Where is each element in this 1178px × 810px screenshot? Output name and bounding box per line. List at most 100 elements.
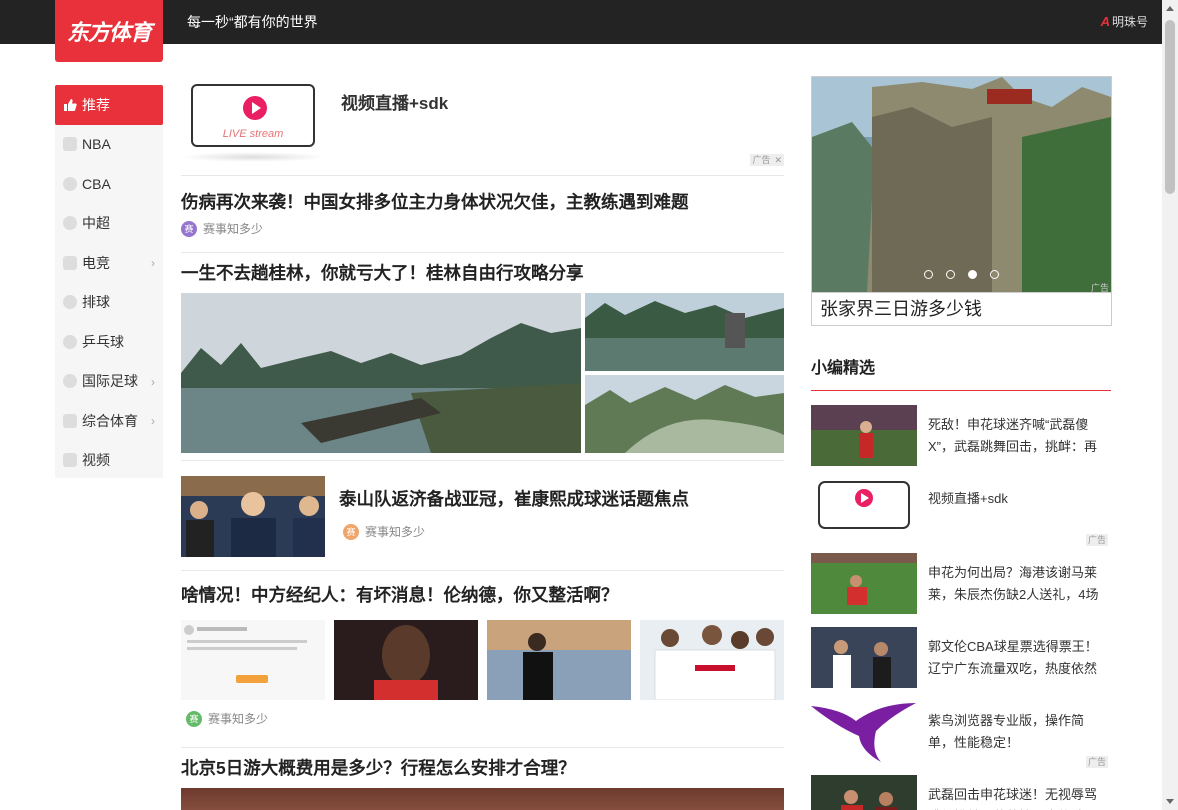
sidebar-item-general-sports[interactable]: 综合体育 › [55, 401, 163, 441]
sidebar-item-label: NBA [82, 136, 111, 153]
list-item-title[interactable]: 武磊回击申花球迷！无视辱骂跳舞挑衅，若若情理中的结 [928, 784, 1108, 810]
weibo-screenshot-image[interactable] [181, 620, 325, 700]
ad-badge-label: 广告 [752, 155, 771, 165]
right-column: 广告 张家界三日游多少钱 小编精选 死敌！申花球迷齐喊“武磊傻X”，武磊跳舞回击… [811, 76, 1112, 810]
sidebar-item-recommend[interactable]: 推荐 [55, 85, 163, 125]
list-item-title[interactable]: 郭文伦CBA球星票选得票王！辽宁广东流量双吃，热度依然恐 [928, 636, 1108, 680]
chevron-right-icon: › [151, 414, 155, 428]
list-item-ad[interactable]: 紫鸟浏览器专业版，操作简单，性能稳定！ 广告 [811, 701, 1111, 775]
sidebar-item-nba[interactable]: NBA [55, 125, 163, 165]
source-avatar-icon: 赛 [343, 523, 359, 540]
close-icon[interactable]: ✕ [774, 154, 782, 166]
article-source: 赛 赛事知多少 [343, 523, 425, 540]
ping-pong-icon [63, 334, 77, 349]
sidebar-item-label: 电竞 [82, 254, 110, 271]
chevron-right-icon: › [151, 374, 155, 389]
wulei-players-image[interactable] [811, 775, 917, 810]
live-stream-label: LIVE stream [222, 128, 284, 140]
carousel-dot[interactable] [946, 270, 955, 279]
beijing-image[interactable] [181, 788, 784, 810]
soccer-ball-icon [63, 374, 77, 389]
editors-picks-list: 死敌！申花球迷齐喊“武磊傻X”，武磊跳舞回击，挑衅：再 视频直播+sdk 广告 … [811, 405, 1111, 810]
article-title[interactable]: 啥情况！中方经纪人：有坏消息！伦纳德，你又整活啊？ [181, 583, 784, 607]
guilin-pavilion-image[interactable] [585, 293, 784, 371]
pearl-account-link[interactable]: A 明珠号 [1101, 13, 1148, 30]
carousel-dot[interactable] [924, 270, 933, 279]
pearl-logo-icon: A [1100, 14, 1110, 29]
pearl-label: 明珠号 [1111, 15, 1148, 29]
sidebar-item-video[interactable]: 视频 [55, 441, 163, 481]
carousel-dots [924, 270, 999, 279]
article-title[interactable]: 一生不去趟桂林，你就亏大了！桂林自由行攻略分享 [181, 261, 784, 285]
list-item-title[interactable]: 紫鸟浏览器专业版，操作简单，性能稳定！ [928, 710, 1108, 754]
carousel-dot-active[interactable] [968, 270, 977, 279]
ad-title[interactable]: 视频直播+sdk [341, 89, 448, 114]
ad-carousel[interactable]: 广告 张家界三日游多少钱 [811, 76, 1112, 326]
chevron-right-icon: › [151, 256, 155, 270]
carousel-dot[interactable] [990, 270, 999, 279]
ad-badge[interactable]: 广告 ✕ [750, 154, 784, 166]
sidebar-item-label: 乒乓球 [82, 333, 124, 350]
sidebar-item-intl-football[interactable]: 国际足球 › [55, 362, 163, 402]
live-stream-ad-image[interactable]: LIVE stream [191, 84, 315, 147]
guilin-valley-image[interactable] [585, 375, 784, 453]
volleyball-icon [63, 295, 77, 310]
shenhua-player-image[interactable] [811, 553, 917, 614]
article-card[interactable]: 啥情况！中方经纪人：有坏消息！伦纳德，你又整活啊？ 赛 赛事知多少 [181, 571, 784, 748]
sidebar-item-volleyball[interactable]: 排球 [55, 283, 163, 323]
scroll-down-arrow-icon[interactable] [1166, 799, 1174, 804]
article-title[interactable]: 泰山队返济备战亚冠，崔康熙成球迷话题焦点 [339, 487, 689, 511]
article-gallery[interactable] [181, 293, 784, 453]
sidebar-item-pingpong[interactable]: 乒乓球 [55, 322, 163, 362]
article-card[interactable]: 北京5日游大概费用是多少？行程怎么安排才合理？ [181, 748, 784, 810]
live-stream-ad-image[interactable] [811, 479, 917, 540]
sidebar-item-label: 推荐 [82, 96, 110, 113]
sidebar-item-cba[interactable]: CBA [55, 164, 163, 204]
sidebar-item-esports[interactable]: 电竞 › [55, 243, 163, 283]
sidebar-item-label: 综合体育 [82, 412, 138, 429]
editors-picks-heading: 小编精选 [811, 354, 1111, 391]
article-title[interactable]: 伤病再次来袭！中国女排多位主力身体状况欠佳，主教练遇到难题 [181, 190, 784, 214]
ad-card[interactable]: LIVE stream 视频直播+sdk 广告 ✕ [181, 76, 784, 176]
ad-badge[interactable]: 广告 [1085, 756, 1108, 768]
guilin-river-image[interactable] [181, 293, 581, 453]
list-item-title[interactable]: 死敌！申花球迷齐喊“武磊傻X”，武磊跳舞回击，挑衅：再 [928, 414, 1108, 458]
list-item-ad[interactable]: 视频直播+sdk 广告 [811, 479, 1111, 553]
cba-players-image[interactable] [811, 627, 917, 688]
list-item[interactable]: 死敌！申花球迷齐喊“武磊傻X”，武磊跳舞回击，挑衅：再 [811, 405, 1111, 479]
player-walking-image[interactable] [487, 620, 631, 700]
list-item-title[interactable]: 申花为何出局？海港该谢马莱莱，朱辰杰伤缺2人送礼，4场丢 [928, 562, 1108, 606]
basketball-icon [63, 176, 77, 191]
ad-badge[interactable]: 广告 [1085, 534, 1108, 546]
scroll-thumb[interactable] [1165, 20, 1175, 194]
list-item[interactable]: 申花为何出局？海港该谢马莱莱，朱辰杰伤缺2人送礼，4场丢 [811, 553, 1111, 627]
zhangjiajie-cliff-image[interactable] [812, 77, 1111, 292]
scroll-up-arrow-icon[interactable] [1166, 6, 1174, 11]
sidebar-item-label: 排球 [82, 294, 110, 311]
carousel-caption[interactable]: 张家界三日游多少钱 [812, 292, 1111, 325]
article-card[interactable]: 一生不去趟桂林，你就亏大了！桂林自由行攻略分享 [181, 253, 784, 461]
ad-badge[interactable]: 广告 [1091, 281, 1109, 294]
list-item-title[interactable]: 视频直播+sdk [928, 488, 1108, 532]
page-scrollbar[interactable] [1162, 0, 1178, 810]
taishan-coach-image[interactable] [181, 476, 325, 557]
purple-bird-logo-image[interactable] [811, 701, 917, 762]
news-feed: LIVE stream 视频直播+sdk 广告 ✕ 伤病再次来袭！中国女排多位主力… [181, 76, 784, 810]
sidebar-item-label: 视频 [82, 452, 110, 469]
article-source: 赛 赛事知多少 [181, 220, 784, 237]
source-avatar-icon: 赛 [186, 710, 202, 727]
shenhua-fans-image[interactable] [811, 405, 917, 466]
leonard-photo-image[interactable] [334, 620, 478, 700]
list-item[interactable]: 武磊回击申花球迷！无视辱骂跳舞挑衅，若若情理中的结 [811, 775, 1111, 810]
clippers-players-image[interactable] [640, 620, 784, 700]
article-title[interactable]: 北京5日游大概费用是多少？行程怎么安排才合理？ [181, 756, 784, 780]
sidebar-item-csl[interactable]: 中超 [55, 204, 163, 244]
article-source: 赛 赛事知多少 [186, 710, 784, 727]
esports-icon [63, 255, 77, 270]
article-gallery[interactable] [181, 620, 784, 700]
sidebar-item-label: 中超 [82, 215, 110, 232]
article-card[interactable]: 伤病再次来袭！中国女排多位主力身体状况欠佳，主教练遇到难题 赛 赛事知多少 [181, 176, 784, 253]
list-item[interactable]: 郭文伦CBA球星票选得票王！辽宁广东流量双吃，热度依然恐 [811, 627, 1111, 701]
site-logo[interactable]: 东方体育 [55, 0, 163, 62]
article-card[interactable]: 泰山队返济备战亚冠，崔康熙成球迷话题焦点 赛 赛事知多少 [181, 461, 784, 571]
